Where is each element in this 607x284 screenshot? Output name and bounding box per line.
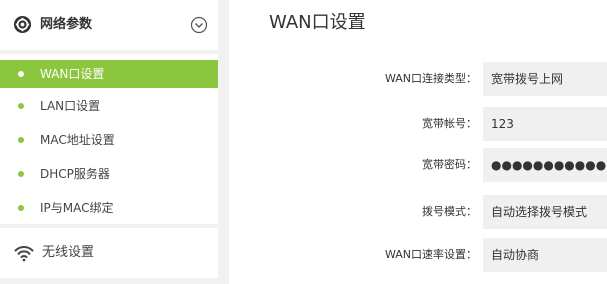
sidebar-item-mac[interactable]: MAC地址设置	[0, 126, 218, 154]
network-submenu: WAN口设置 LAN口设置 MAC地址设置 DHCP服务器 IP与MAC绑定	[0, 54, 218, 224]
sidebar: 网络参数 WAN口设置 LAN口设置 MAC地址设置 DHCP服务器 IP与MA…	[0, 0, 220, 284]
gear-icon	[13, 15, 32, 34]
field-label: WAN口连接类型：	[384, 72, 477, 85]
form-row-wan-speed: WAN口速率设置： 自动协商	[229, 238, 607, 272]
sidebar-item-label: DHCP服务器	[40, 167, 110, 181]
form-row-dial-mode: 拨号模式： 自动选择拨号模式	[229, 195, 607, 229]
field-label: 拨号模式：	[422, 205, 477, 218]
section-network-params[interactable]: 网络参数	[0, 0, 218, 50]
bullet-icon	[18, 103, 24, 109]
dial-mode-select[interactable]: 自动选择拨号模式	[483, 195, 607, 229]
form-row-wan-type: WAN口连接类型： 宽带拨号上网	[229, 62, 607, 96]
page-title: WAN口设置	[269, 12, 366, 33]
field-label: 宽带帐号：	[422, 117, 477, 130]
wifi-icon	[14, 246, 34, 262]
form-row-password: 宽带密码： ●●●●●●●●●●●	[229, 148, 607, 182]
sidebar-item-label: LAN口设置	[40, 99, 101, 113]
section-title: 无线设置	[42, 245, 95, 260]
main-panel: WAN口设置 WAN口连接类型： 宽带拨号上网 宽带帐号： 123 宽带密码： …	[229, 0, 607, 284]
sidebar-item-label: WAN口设置	[40, 67, 105, 81]
field-label: 宽带密码：	[422, 158, 477, 171]
sidebar-item-lan[interactable]: LAN口设置	[0, 92, 218, 120]
field-label: WAN口速率设置：	[384, 248, 477, 261]
sidebar-item-label: IP与MAC绑定	[40, 201, 114, 215]
bullet-icon	[18, 171, 24, 177]
bullet-icon	[18, 205, 24, 211]
account-input[interactable]: 123	[483, 107, 607, 141]
form-row-account: 宽带帐号： 123	[229, 107, 607, 141]
chevron-down-circle-icon[interactable]	[190, 16, 208, 34]
sidebar-item-dhcp[interactable]: DHCP服务器	[0, 160, 218, 188]
sidebar-item-wan[interactable]: WAN口设置	[0, 60, 218, 88]
wan-type-select[interactable]: 宽带拨号上网	[483, 62, 607, 96]
wan-speed-select[interactable]: 自动协商	[483, 238, 607, 272]
bullet-icon	[18, 137, 24, 143]
sidebar-item-label: MAC地址设置	[40, 133, 115, 147]
bullet-icon	[18, 71, 24, 77]
password-input[interactable]: ●●●●●●●●●●●	[483, 148, 607, 182]
sidebar-item-ip-mac-binding[interactable]: IP与MAC绑定	[0, 194, 218, 222]
section-title: 网络参数	[40, 17, 93, 32]
section-wireless-settings[interactable]: 无线设置	[0, 228, 218, 278]
